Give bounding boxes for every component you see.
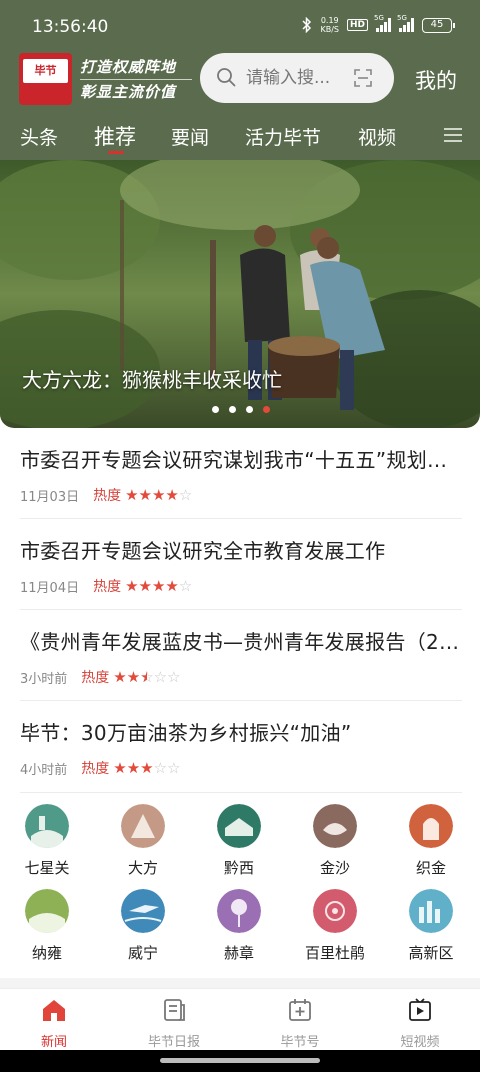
search-icon <box>217 68 236 87</box>
region-nayong[interactable]: 纳雍 <box>17 889 77 963</box>
search-input[interactable] <box>246 65 336 91</box>
heat-label: 热度 <box>93 579 122 595</box>
channel-tabs: 头条 推荐 要闻 活力毕节 视频 <box>0 118 480 160</box>
carousel-dots <box>212 406 270 413</box>
heat-stars: ★★★☆☆ <box>113 759 181 777</box>
region-weining-icon <box>121 889 165 933</box>
region-zhijin-icon <box>409 804 453 848</box>
tab-headline[interactable]: 头条 <box>20 123 58 150</box>
tab-recommend[interactable]: 推荐 <box>94 121 136 151</box>
nav-bijie-account[interactable]: 毕节号 <box>260 997 340 1050</box>
divider <box>20 792 462 793</box>
divider <box>20 609 462 610</box>
region-bailidujuan[interactable]: 百里杜鹃 <box>305 889 365 963</box>
news-title[interactable]: 市委召开专题会议研究全市教育发展工作 <box>20 535 462 564</box>
region-qixingguan-icon <box>25 804 69 848</box>
region-gaoxinqu[interactable]: 高新区 <box>401 889 461 963</box>
region-bailidujuan-icon <box>313 889 357 933</box>
news-title[interactable]: 毕节：30万亩油茶为乡村振兴“加油” <box>20 717 462 746</box>
region-hezhang-icon <box>217 889 261 933</box>
heat-stars: ★★☆★☆☆ <box>113 668 181 686</box>
nav-short-video[interactable]: 短视频 <box>380 997 460 1050</box>
nav-bijie-daily[interactable]: 毕节日报 <box>134 997 214 1050</box>
active-tab-indicator <box>108 151 124 154</box>
home-icon <box>43 1000 65 1021</box>
news-title[interactable]: 《贵州青年发展蓝皮书—贵州青年发展报告（2025）》发布 <box>20 626 462 655</box>
heat-label: 热度 <box>93 488 122 504</box>
search-bar[interactable] <box>200 53 394 103</box>
mine-button[interactable]: 我的 <box>415 65 457 95</box>
carousel-dot[interactable] <box>246 406 253 413</box>
region-zhijin[interactable]: 织金 <box>401 804 461 878</box>
news-item[interactable]: 毕节：30万亩油茶为乡村振兴“加油” 4小时前 热度 ★★★☆☆ <box>20 717 462 778</box>
news-title[interactable]: 市委召开专题会议研究谋划我市“十五五”规划编制工作 <box>20 444 462 473</box>
clock: 13:56:40 <box>32 17 109 37</box>
signal-icon: 5G <box>374 14 391 32</box>
region-dafang[interactable]: 大方 <box>113 804 173 878</box>
slogan-line-2: 彰显主流价值 <box>80 79 192 104</box>
region-jinsha[interactable]: 金沙 <box>305 804 365 878</box>
app-header: 13:56:40 0.19 KB/S HD 5G 5G 45 毕节 打造权威阵地 … <box>0 0 480 160</box>
news-time: 4小时前 <box>20 762 68 778</box>
home-indicator[interactable] <box>160 1058 320 1063</box>
system-gesture-bar <box>0 1050 480 1072</box>
region-dafang-icon <box>121 804 165 848</box>
region-weining[interactable]: 威宁 <box>113 889 173 963</box>
news-time: 3小时前 <box>20 671 68 687</box>
news-meta: 11月03日 热度 ★★★★☆ <box>20 485 462 505</box>
status-icons: 0.19 KB/S HD 5G 5G 45 <box>302 14 455 34</box>
region-hezhang[interactable]: 赫章 <box>209 889 269 963</box>
carousel-dot[interactable] <box>212 406 219 413</box>
region-qianxi[interactable]: 黔西 <box>209 804 269 878</box>
region-qianxi-icon <box>217 804 261 848</box>
news-meta: 11月04日 热度 ★★★★☆ <box>20 576 462 596</box>
divider <box>20 518 462 519</box>
heat-label: 热度 <box>81 670 110 686</box>
tab-video[interactable]: 视频 <box>358 123 396 150</box>
app-logo[interactable]: 毕节 <box>19 53 72 105</box>
bottom-navigation: 新闻 毕节日报 毕节号 短视频 <box>0 988 480 1050</box>
bluetooth-icon <box>302 17 312 33</box>
news-meta: 4小时前 热度 ★★★☆☆ <box>20 758 462 778</box>
slogan: 打造权威阵地 彰显主流价值 <box>80 55 192 104</box>
news-time: 11月03日 <box>20 489 80 505</box>
tab-news[interactable]: 要闻 <box>171 123 209 150</box>
news-time: 11月04日 <box>20 580 80 596</box>
region-jinsha-icon <box>313 804 357 848</box>
banner-caption: 大方六龙：猕猴桃丰收采收忙 <box>22 368 282 392</box>
slogan-line-1: 打造权威阵地 <box>80 58 177 76</box>
region-nayong-icon <box>25 889 69 933</box>
signal-icon-2: 5G <box>397 14 414 32</box>
region-qixingguan[interactable]: 七星关 <box>17 804 77 878</box>
scan-icon[interactable] <box>354 69 372 87</box>
region-gaoxinqu-icon <box>409 889 453 933</box>
banner-carousel[interactable]: 大方六龙：猕猴桃丰收采收忙 <box>0 160 480 428</box>
section-gap <box>0 978 480 988</box>
hd-badge: HD <box>346 19 368 31</box>
status-bar: 13:56:40 0.19 KB/S HD 5G 5G 45 <box>0 0 480 54</box>
newspaper-icon <box>164 999 185 1021</box>
logo-text: 毕节 <box>23 59 68 83</box>
carousel-dot-active[interactable] <box>263 406 270 413</box>
channel-menu-icon[interactable] <box>444 128 462 142</box>
nav-news[interactable]: 新闻 <box>14 997 94 1050</box>
tab-vibrant-bijie[interactable]: 活力毕节 <box>245 123 321 150</box>
heat-label: 热度 <box>81 761 110 777</box>
heat-stars: ★★★★☆ <box>125 577 193 595</box>
heat-stars: ★★★★☆ <box>125 486 193 504</box>
carousel-dot[interactable] <box>229 406 236 413</box>
news-item[interactable]: 《贵州青年发展蓝皮书—贵州青年发展报告（2025）》发布 3小时前 热度 ★★☆… <box>20 626 462 687</box>
news-item[interactable]: 市委召开专题会议研究全市教育发展工作 11月04日 热度 ★★★★☆ <box>20 535 462 596</box>
play-box-icon <box>409 998 431 1021</box>
news-item[interactable]: 市委召开专题会议研究谋划我市“十五五”规划编制工作 11月03日 热度 ★★★★… <box>20 444 462 505</box>
network-speed: 0.19 KB/S <box>320 16 339 34</box>
add-box-icon <box>289 999 311 1021</box>
battery-icon: 45 <box>422 17 455 33</box>
news-meta: 3小时前 热度 ★★☆★☆☆ <box>20 667 462 687</box>
divider <box>20 700 462 701</box>
